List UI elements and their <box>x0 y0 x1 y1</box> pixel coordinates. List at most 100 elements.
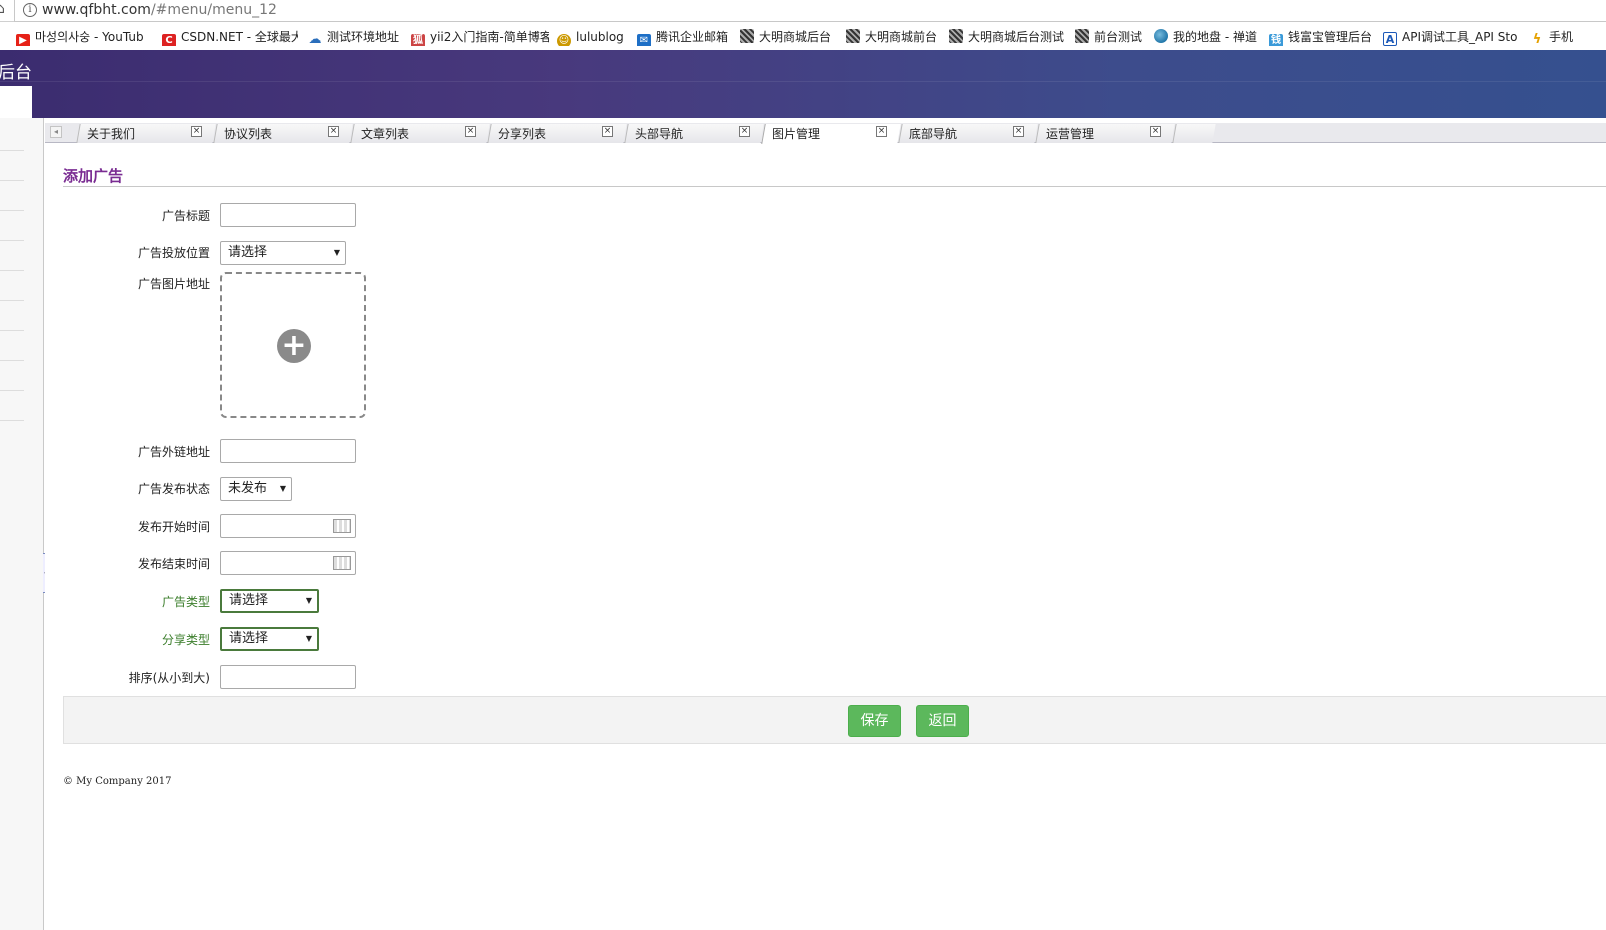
tab-agreement-list[interactable]: 协议列表 <box>224 125 272 142</box>
bookmark-label: 腾讯企业邮箱 <box>656 30 729 44</box>
tab-footer-nav[interactable]: 底部导航 <box>909 125 957 142</box>
bookmark-daming-front[interactable]: 大明商城前台 <box>846 28 944 46</box>
ad-image-label: 广告图片地址 <box>137 277 210 291</box>
share-type-value: 请选择 <box>229 631 269 646</box>
tab-bg <box>1172 124 1216 143</box>
bookmark-label: 测试环境地址 <box>327 30 400 44</box>
tab-article-list[interactable]: 文章列表 <box>361 125 409 142</box>
ad-type-label: 广告类型 <box>161 595 210 609</box>
app-header: 后台 <box>0 50 1606 118</box>
start-time-input[interactable] <box>220 514 356 538</box>
bookmark-mobile[interactable]: ϟ 手机 <box>1530 28 1606 46</box>
sort-label: 排序(从小到大) <box>128 671 210 685</box>
bookmark-label: API调试工具_API Sto <box>1402 30 1518 44</box>
bookmark-tencent-mail[interactable]: ✉ 腾讯企业邮箱 <box>637 28 733 46</box>
plus-icon[interactable]: + <box>277 329 311 363</box>
youtube-icon: ▶ <box>16 34 30 46</box>
close-icon[interactable]: × <box>191 126 202 137</box>
bookmark-api-tool[interactable]: A API调试工具_API Sto <box>1383 28 1519 46</box>
ad-position-label: 广告投放位置 <box>137 246 210 260</box>
close-icon[interactable]: × <box>602 126 613 137</box>
share-type-select[interactable]: 请选择 ▼ <box>220 627 319 651</box>
sidebar-row-divider <box>0 150 24 151</box>
close-icon[interactable]: × <box>1150 126 1161 137</box>
bookmark-zentao[interactable]: 我的地盘 - 禅道 <box>1154 28 1264 46</box>
bookmark-label: CSDN.NET - 全球最大 <box>181 30 298 44</box>
back-button[interactable]: 返回 <box>916 705 969 737</box>
sidebar-row-divider <box>0 270 24 271</box>
sidebar-row-divider <box>0 360 24 361</box>
qianfubao-icon: 钱 <box>1269 34 1283 46</box>
qr-icon <box>846 29 860 43</box>
close-icon[interactable]: × <box>876 126 887 137</box>
dropdown-arrow-icon: ▼ <box>333 248 340 257</box>
lulublog-icon: ☺ <box>557 34 571 46</box>
bookmark-label: 钱富宝管理后台 <box>1288 30 1373 44</box>
ad-link-label: 广告外链地址 <box>137 445 210 459</box>
yii-icon: 狐 <box>411 34 425 46</box>
api-icon: A <box>1383 32 1397 46</box>
dropdown-arrow-icon: ▼ <box>279 484 286 493</box>
bookmark-lulublog[interactable]: ☺ lulublog <box>557 28 631 46</box>
save-button[interactable]: 保存 <box>848 705 901 737</box>
calendar-icon[interactable] <box>333 556 351 570</box>
bookmark-yii2[interactable]: 狐 yii2入门指南-简单博客 <box>411 28 549 46</box>
url-field[interactable]: i www.qfbht.com/#menu/menu_12 <box>14 0 1606 22</box>
ad-title-label: 广告标题 <box>161 209 210 223</box>
share-type-label: 分享类型 <box>161 633 210 647</box>
close-icon[interactable]: × <box>465 126 476 137</box>
info-icon[interactable]: i <box>23 3 37 17</box>
tencent-mail-icon: ✉ <box>637 34 651 46</box>
tab-header-nav[interactable]: 头部导航 <box>635 125 683 142</box>
bookmarks-bar: ▶ 마성의사숭 - YouTub C CSDN.NET - 全球最大 ☁ 测试环境地址… <box>0 23 1606 50</box>
tab-scroll-left-icon[interactable]: ◂ <box>50 126 62 138</box>
qr-icon <box>949 29 963 43</box>
sort-input[interactable] <box>220 665 356 689</box>
title-divider <box>63 186 1606 187</box>
qr-icon <box>740 29 754 43</box>
ad-link-input[interactable] <box>220 439 356 463</box>
sidebar-row-divider <box>0 240 24 241</box>
home-icon[interactable]: ⌂ <box>0 1 5 17</box>
end-time-input[interactable] <box>220 551 356 575</box>
bookmark-daming-admin-test[interactable]: 大明商城后台测试 <box>949 28 1071 46</box>
image-upload-area[interactable]: + <box>220 272 366 418</box>
url-path: /#menu/menu_12 <box>150 2 277 18</box>
bookmark-youtube[interactable]: ▶ 마성의사숭 - YouTub <box>16 28 152 46</box>
left-sidebar <box>0 118 44 930</box>
tab-share-list[interactable]: 分享列表 <box>498 125 546 142</box>
ad-type-select[interactable]: 请选择 ▼ <box>220 589 319 613</box>
sidebar-row-divider <box>0 210 24 211</box>
ad-title-input[interactable] <box>220 203 356 227</box>
bookmark-label: 大明商城前台 <box>865 30 938 44</box>
app-title: 后台 <box>0 63 32 83</box>
globe-icon <box>1154 29 1168 43</box>
calendar-icon[interactable] <box>333 519 351 533</box>
bookmark-qianfubao[interactable]: 钱钱富宝管理后台 <box>1269 28 1379 46</box>
bookmark-front-test[interactable]: 前台测试 <box>1075 28 1149 46</box>
sidebar-row-divider <box>0 330 24 331</box>
bookmark-label: 我的地盘 - 禅道 <box>1173 30 1257 44</box>
ad-position-select[interactable]: 请选择 ▼ <box>220 241 346 265</box>
ad-status-label: 广告发布状态 <box>137 482 210 496</box>
bolt-icon: ϟ <box>1530 33 1544 46</box>
close-icon[interactable]: × <box>328 126 339 137</box>
tab-about-us[interactable]: 关于我们 <box>87 125 135 142</box>
tab-image-management[interactable]: 图片管理 <box>772 125 820 142</box>
tab-operations[interactable]: 运营管理 <box>1046 125 1094 142</box>
close-icon[interactable]: × <box>1013 126 1024 137</box>
qr-icon <box>1075 29 1089 43</box>
bookmark-label: 前台测试 <box>1094 30 1143 44</box>
bookmark-test-env[interactable]: ☁ 测试环境地址 <box>308 28 408 46</box>
close-icon[interactable]: × <box>739 126 750 137</box>
tab-strip: ◂ <box>45 123 1606 144</box>
bookmark-csdn[interactable]: C CSDN.NET - 全球最大 <box>162 28 298 46</box>
bookmark-daming-admin[interactable]: 大明商城后台 <box>740 28 840 46</box>
bookmark-label: lulublog <box>576 30 624 44</box>
dropdown-arrow-icon: ▼ <box>305 634 312 643</box>
bookmark-label: 手机 <box>1549 30 1574 44</box>
sidebar-row-divider <box>0 180 24 181</box>
ad-status-select[interactable]: 未发布 ▼ <box>220 477 292 501</box>
url-text[interactable]: www.qfbht.com/#menu/menu_12 <box>42 2 277 18</box>
bookmark-label: 마성의사숭 - YouTub <box>35 30 144 44</box>
